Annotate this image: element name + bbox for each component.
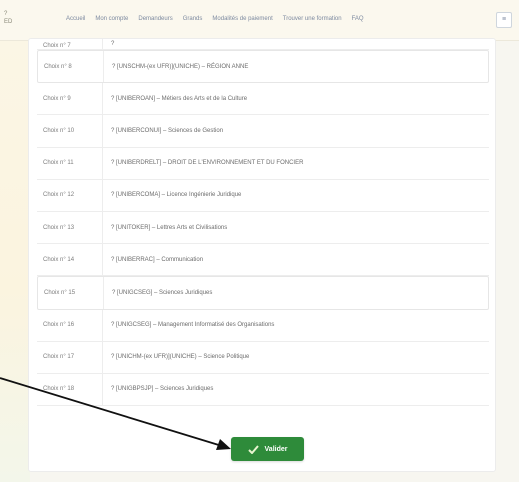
choice-label: Choix n° 13 xyxy=(37,211,103,244)
check-icon xyxy=(247,444,259,454)
nav-item-faq[interactable]: FAQ xyxy=(352,16,364,22)
choice-label: Choix n° 18 xyxy=(37,373,103,406)
choice-label: Choix n° 14 xyxy=(37,244,103,276)
top-navbar: ? ED Accueil Mon compte Demandeurs Grand… xyxy=(0,0,519,41)
choice-value: ? [UNIBEROAN] – Métiers des Arts et de l… xyxy=(111,95,248,102)
table-row: Choix n° 7 ? xyxy=(37,39,489,50)
table-row: Choix n° 13 ? [UNITOKER] – Lettres Arts … xyxy=(37,211,489,245)
choices-panel: Choix n° 7 ? Choix n° 8 ? [UNSCHM-(ex UF… xyxy=(28,38,496,472)
logo-line: ED xyxy=(4,19,13,25)
table-row: Choix n° 11 ? [UNIBERDRELT] – DROIT DE L… xyxy=(37,147,489,180)
choice-value: ? [UNICHM-(ex UFR)](UNICHE) – Science Po… xyxy=(111,354,250,361)
choice-value: ? [UNITOKER] – Lettres Arts et Civilisat… xyxy=(111,224,228,231)
table-row: Choix n° 18 ? [UNIGBPSJP] – Sciences Jur… xyxy=(37,373,489,407)
validate-button[interactable]: Valider xyxy=(231,437,304,461)
choice-value: ? [UNIBERRAC] – Communication xyxy=(111,256,204,263)
table-row: Choix n° 14 ? [UNIBERRAC] – Communicatio… xyxy=(37,244,489,277)
choice-value: ? [UNIBERCOMA] – Licence Ingénierie Juri… xyxy=(111,192,242,199)
choice-label: Choix n° 10 xyxy=(37,115,103,147)
menu-toggle-button[interactable]: ≡ xyxy=(496,12,512,28)
choice-value: ? [UNIGCSEG] – Management Informatisé de… xyxy=(111,322,275,329)
choice-value: ? xyxy=(111,41,115,47)
choice-label: Choix n° 15 xyxy=(38,277,104,309)
nav-item-formation[interactable]: Trouver une formation xyxy=(283,16,342,22)
table-row: Choix n° 9 ? [UNIBEROAN] – Métiers des A… xyxy=(37,83,489,116)
table-row: Choix n° 10 ? [UNIBERCONUI] – Sciences d… xyxy=(37,115,489,148)
choice-label: Choix n° 9 xyxy=(37,83,103,115)
table-row: Choix n° 17 ? [UNICHM-(ex UFR)](UNICHE) … xyxy=(37,341,489,374)
page-background xyxy=(0,0,30,482)
main-nav: Accueil Mon compte Demandeurs Grands Mod… xyxy=(66,16,364,22)
site-logo[interactable]: ? ED xyxy=(4,10,12,26)
choice-label: Choix n° 8 xyxy=(38,51,104,83)
choice-value: ? [UNIGCSEG] – Sciences Juridiques xyxy=(112,289,213,296)
table-row: Choix n° 16 ? [UNIGCSEG] – Management In… xyxy=(37,309,489,342)
nav-item-grands[interactable]: Grands xyxy=(183,16,203,22)
choice-label: Choix n° 7 xyxy=(37,39,103,49)
choices-table: Choix n° 7 ? Choix n° 8 ? [UNSCHM-(ex UF… xyxy=(37,39,489,407)
choice-value: ? [UNIBERDRELT] – DROIT DE L'ENVIRONNEME… xyxy=(111,160,304,167)
nav-item-demandeurs[interactable]: Demandeurs xyxy=(138,16,172,22)
table-row: Choix n° 8 ? [UNSCHM-(ex UFR)](UNICHE) –… xyxy=(37,50,489,84)
nav-item-accueil[interactable]: Accueil xyxy=(66,16,85,22)
choice-label: Choix n° 16 xyxy=(37,309,103,341)
choice-value: ? [UNIBERCONUI] – Sciences de Gestion xyxy=(111,127,224,134)
nav-item-modalites[interactable]: Modalités de paiement xyxy=(212,16,272,22)
choice-value: ? [UNIGBPSJP] – Sciences Juridiques xyxy=(111,386,214,393)
table-row: Choix n° 12 ? [UNIBERCOMA] – Licence Ing… xyxy=(37,179,489,212)
logo-line: ? xyxy=(4,11,8,17)
nav-item-mon-compte[interactable]: Mon compte xyxy=(95,16,128,22)
validate-button-label: Valider xyxy=(264,445,288,453)
choice-label: Choix n° 11 xyxy=(37,147,103,179)
choice-label: Choix n° 17 xyxy=(37,341,103,373)
table-row: Choix n° 15 ? [UNIGCSEG] – Sciences Juri… xyxy=(37,276,489,310)
choice-value: ? [UNSCHM-(ex UFR)](UNICHE) – RÉGION ANN… xyxy=(112,63,249,70)
choice-label: Choix n° 12 xyxy=(37,179,103,211)
